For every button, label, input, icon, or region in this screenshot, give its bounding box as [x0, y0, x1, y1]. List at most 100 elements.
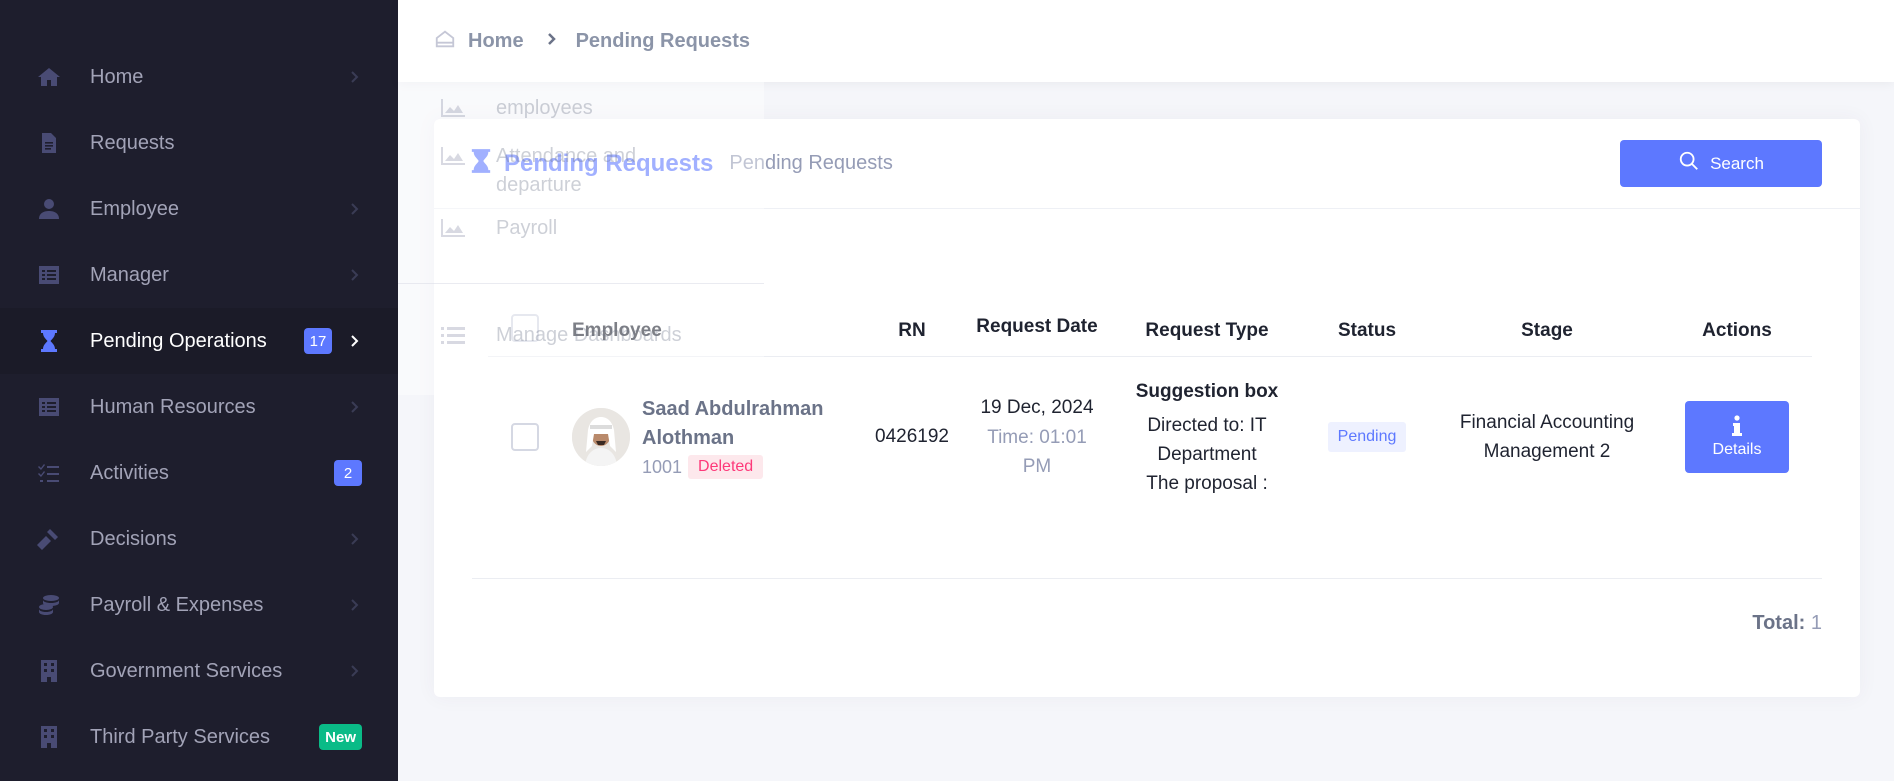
rn-cell: 0426192	[875, 426, 949, 447]
dropdown-item-attendance[interactable]: Attendance and departure	[440, 142, 656, 200]
checklist-icon	[36, 460, 62, 486]
row-checkbox[interactable]	[511, 423, 539, 451]
sidebar-item-payroll-expenses[interactable]: Payroll & Expenses	[0, 572, 398, 638]
card-divider	[472, 578, 1822, 579]
employee-cell: Saad Abdulrahman Alothman 1001 Deleted	[552, 395, 852, 479]
dropdown-item-label: Attendance and departure	[496, 145, 637, 196]
sidebar-item-manager[interactable]: Manager	[0, 242, 398, 308]
list-icon	[441, 327, 465, 344]
building-icon	[36, 724, 62, 750]
total-label: Total:	[1752, 612, 1806, 634]
sidebar-item-label: Home	[90, 65, 144, 88]
search-button-label: Search	[1710, 153, 1764, 173]
activities-count-badge: 2	[334, 460, 362, 486]
info-icon	[1730, 415, 1744, 437]
sidebar-item-label: Requests	[90, 131, 175, 154]
chevron-right-icon	[348, 268, 362, 282]
sidebar-item-decisions[interactable]: Decisions	[0, 506, 398, 572]
sidebar-item-activities[interactable]: Activities 2	[0, 440, 398, 506]
chevron-right-icon	[348, 70, 362, 84]
dropdown-item-manage-dashboards[interactable]: Manage Dashboards	[440, 321, 736, 350]
sidebar-item-pending-operations[interactable]: Pending Operations 17	[0, 308, 398, 374]
dropdown-item-employees[interactable]: employees	[440, 94, 656, 123]
chevron-right-icon	[348, 598, 362, 612]
request-time: Time: 01:01 PM	[987, 427, 1087, 477]
col-request-type: Request Type	[1145, 320, 1269, 341]
sidebar-item-label: Employee	[90, 197, 179, 220]
employee-id: 1001	[642, 456, 683, 477]
sidebar-item-employee[interactable]: Employee	[0, 176, 398, 242]
page-subtitle: Pending Requests	[729, 152, 893, 174]
pending-requests-card: Pending Requests Pending Requests Search…	[434, 119, 1860, 697]
chevron-right-icon	[348, 202, 362, 216]
sidebar-item-label: Manager	[90, 263, 169, 286]
person-icon	[36, 196, 62, 222]
sidebar-item-government-services[interactable]: Government Services	[0, 638, 398, 704]
row-select-cell	[498, 423, 552, 451]
sidebar-item-label: Activities	[90, 461, 169, 484]
chevron-right-icon	[348, 400, 362, 414]
employee-name[interactable]: Saad Abdulrahman Alothman	[642, 395, 852, 453]
search-button[interactable]: Search	[1620, 140, 1822, 187]
dropdown-item-payroll[interactable]: Payroll	[440, 214, 656, 243]
pending-count-badge: 17	[304, 328, 332, 354]
chevron-right-icon	[348, 664, 362, 678]
chevron-right-icon	[524, 32, 576, 51]
dropdown-divider	[398, 283, 764, 284]
col-rn: RN	[898, 320, 926, 341]
sidebar-item-requests[interactable]: Requests	[0, 110, 398, 176]
area-chart-icon	[441, 219, 465, 237]
details-button-label: Details	[1712, 441, 1762, 458]
breadcrumb-home[interactable]: Home	[468, 30, 524, 53]
sidebar-item-label: Human Resources	[90, 395, 256, 418]
dropdown-item-label: Manage Dashboards	[496, 324, 682, 346]
stage-text: Financial Accounting Management 2	[1459, 412, 1635, 462]
request-type-cell: Suggestion box Directed to: IT Departmen…	[1102, 377, 1312, 498]
total-count: Total: 1	[1752, 612, 1822, 635]
sidebar-item-human-resources[interactable]: Human Resources	[0, 374, 398, 440]
details-button[interactable]: Details	[1685, 401, 1789, 473]
gavel-icon	[36, 526, 62, 552]
list-icon	[36, 262, 62, 288]
table-row: Saad Abdulrahman Alothman 1001 Deleted 0…	[488, 357, 1812, 517]
stage-cell: Financial Accounting Management 2	[1422, 408, 1672, 466]
sidebar-item-third-party-services[interactable]: Third Party Services New	[0, 704, 398, 770]
area-chart-icon	[441, 147, 465, 165]
col-actions: Actions	[1702, 320, 1772, 341]
date-cell: 19 Dec, 2024 Time: 01:01 PM	[972, 393, 1102, 481]
home-outline-icon[interactable]	[434, 28, 456, 55]
total-value: 1	[1810, 612, 1822, 634]
area-chart-icon	[441, 99, 465, 117]
coins-icon	[36, 592, 62, 618]
col-stage: Stage	[1521, 320, 1573, 341]
sidebar-item-home[interactable]: Home	[0, 44, 398, 110]
breadcrumb: Home Pending Requests	[398, 0, 1894, 82]
status-cell: Pending	[1312, 422, 1422, 452]
avatar	[572, 408, 630, 466]
request-proposal: The proposal :	[1146, 472, 1268, 494]
sidebar-item-label: Decisions	[90, 527, 177, 550]
status-badge: Pending	[1327, 422, 1407, 452]
chevron-right-icon	[348, 532, 362, 546]
sidebar: Home Requests Employee Manager Pending O…	[0, 0, 398, 781]
sidebar-item-label: Third Party Services	[90, 725, 271, 748]
actions-cell: Details	[1672, 401, 1802, 473]
col-status: Status	[1337, 320, 1397, 341]
home-icon	[36, 64, 62, 90]
requests-table: Employee RN Request Date Request Type St…	[488, 275, 1812, 517]
dropdown-item-label: Payroll	[496, 217, 558, 239]
sidebar-item-label: Government Services	[90, 659, 283, 682]
request-type-title: Suggestion box	[1135, 380, 1279, 402]
hourglass-icon	[36, 328, 62, 354]
request-date: 19 Dec, 2024	[980, 397, 1094, 418]
sidebar-item-label: Pending Operations	[90, 329, 267, 352]
col-request-date: Request Date	[976, 316, 1098, 337]
new-badge: New	[319, 724, 362, 750]
request-directed-to: Directed to: IT Department	[1147, 414, 1267, 465]
building-icon	[36, 658, 62, 684]
sidebar-item-label: Payroll & Expenses	[90, 593, 264, 616]
search-icon	[1678, 150, 1700, 177]
dropdown-item-label: employees	[496, 97, 593, 119]
chevron-right-icon	[348, 334, 362, 348]
document-icon	[36, 130, 62, 156]
